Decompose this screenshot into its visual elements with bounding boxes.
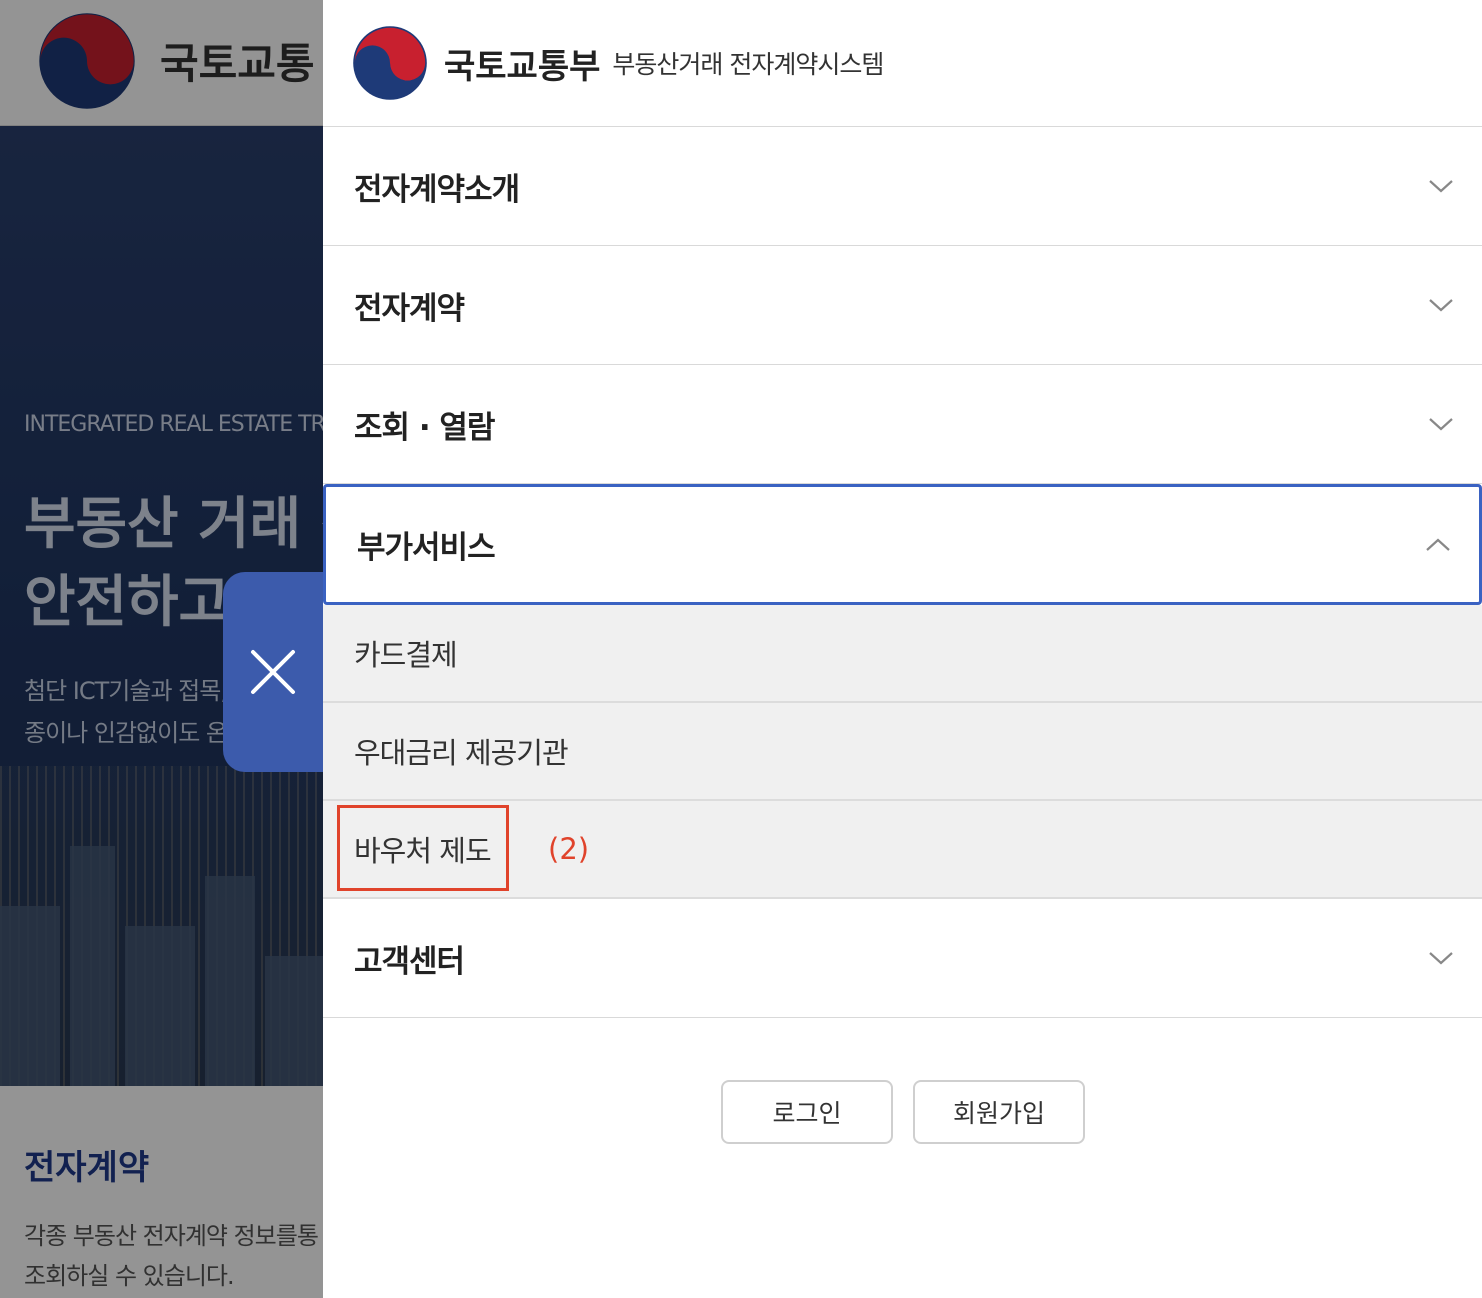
menu-item-label: 고객센터 <box>354 943 465 980</box>
close-menu-button[interactable] <box>223 572 333 772</box>
chevron-up-icon <box>1426 538 1450 551</box>
submenu-item-label: 우대금리 제공기관 <box>354 736 569 770</box>
menu-item-label: 전자계약 <box>354 290 465 327</box>
submenu-additional-services: 카드결제 우대금리 제공기관 바우처 제도 (2) <box>323 605 1482 899</box>
menu-item-label: 부가서비스 <box>357 530 496 566</box>
menu-item-inquiry[interactable]: 조회 · 열람 <box>323 365 1482 484</box>
government-emblem-icon[interactable] <box>350 23 430 103</box>
login-button[interactable]: 로그인 <box>721 1080 893 1144</box>
menu-item-contract[interactable]: 전자계약 <box>323 246 1482 365</box>
submenu-item-card-payment[interactable]: 카드결제 <box>323 605 1482 703</box>
menu-item-label: 전자계약소개 <box>354 171 520 208</box>
menu-item-customer-center[interactable]: 고객센터 <box>323 899 1482 1018</box>
submenu-item-voucher[interactable]: 바우처 제도 (2) <box>323 801 1482 899</box>
submenu-item-label: 카드결제 <box>354 638 458 672</box>
menu-item-label: 조회 · 열람 <box>354 409 495 446</box>
chevron-down-icon <box>1429 180 1453 193</box>
menu-item-intro[interactable]: 전자계약소개 <box>323 127 1482 246</box>
system-name[interactable]: 부동산거래 전자계약시스템 <box>612 45 884 81</box>
org-name[interactable]: 국토교통부 <box>444 39 600 88</box>
chevron-down-icon <box>1429 299 1453 312</box>
drawer-header: 국토교통부 부동산거래 전자계약시스템 <box>323 0 1482 127</box>
submenu-item-label: 바우처 제도 <box>354 834 492 868</box>
chevron-down-icon <box>1429 418 1453 431</box>
annotation-label: (2) <box>548 832 590 866</box>
chevron-down-icon <box>1429 952 1453 965</box>
auth-buttons: 로그인 회원가입 <box>721 1080 1085 1144</box>
menu-item-additional-services[interactable]: 부가서비스 <box>323 484 1482 605</box>
submenu-item-preferential-rate[interactable]: 우대금리 제공기관 <box>323 703 1482 801</box>
side-menu-drawer: 국토교통부 부동산거래 전자계약시스템 전자계약소개 전자계약 조회 · 열람 … <box>323 0 1482 1298</box>
close-icon <box>251 650 295 694</box>
signup-button[interactable]: 회원가입 <box>913 1080 1085 1144</box>
